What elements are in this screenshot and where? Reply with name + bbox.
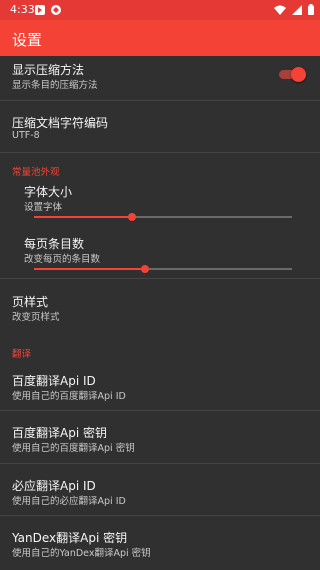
setting-subtitle: UTF-8 (12, 130, 40, 141)
setting-archive-encoding[interactable]: 压缩文档字符编码 UTF-8 (0, 101, 320, 153)
status-time: 4:33 (10, 3, 35, 16)
setting-title: 显示压缩方法 (12, 63, 85, 77)
setting-baidu-api-id[interactable]: 百度翻译Api ID 使用自己的百度翻译Api ID (0, 362, 320, 411)
setting-subtitle: 显示条目的压缩方法 (12, 80, 98, 91)
slider-fill (34, 216, 132, 218)
setting-show-compress-method[interactable]: 显示压缩方法 显示条目的压缩方法 (0, 56, 320, 101)
slider-fill (34, 268, 145, 270)
setting-title: 压缩文档字符编码 (12, 116, 109, 130)
notification-icon (35, 5, 45, 15)
battery-icon (308, 4, 314, 15)
setting-title: YanDex翻译Api 密钥 (12, 531, 128, 545)
signal-icon (292, 4, 302, 15)
app-bar: 设置 (0, 20, 320, 56)
setting-subtitle: 使用自己的YanDex翻译Api 密钥 (12, 548, 151, 559)
setting-yandex-api-key[interactable]: YanDex翻译Api 密钥 使用自己的YanDex翻译Api 密钥 (0, 516, 320, 570)
setting-title: 页样式 (12, 295, 49, 309)
font-size-slider[interactable] (34, 210, 292, 224)
setting-page-style[interactable]: 页样式 改变页样式 (0, 279, 320, 331)
setting-title: 字体大小 (24, 185, 73, 199)
slider-thumb[interactable] (141, 265, 149, 273)
compress-method-toggle[interactable] (279, 67, 306, 82)
wifi-icon (274, 5, 286, 15)
setting-title: 百度翻译Api 密钥 (12, 426, 107, 440)
setting-title: 必应翻译Api ID (12, 479, 96, 493)
setting-title: 百度翻译Api ID (12, 374, 96, 388)
status-bar: 4:33 (0, 0, 320, 20)
setting-subtitle: 使用自己的百度翻译Api ID (12, 391, 126, 402)
section-header-appearance: 常量池外观 (12, 167, 60, 178)
setting-baidu-api-key[interactable]: 百度翻译Api 密钥 使用自己的百度翻译Api 密钥 (0, 411, 320, 464)
setting-subtitle: 使用自己的百度翻译Api 密钥 (12, 443, 135, 454)
section-header-translate: 翻译 (12, 349, 32, 360)
slider-thumb[interactable] (128, 213, 136, 221)
toggle-thumb (291, 67, 306, 82)
items-per-page-slider[interactable] (34, 262, 292, 276)
setting-font-size[interactable]: 字体大小 设置字体 (0, 178, 320, 222)
setting-title: 每页条目数 (24, 237, 85, 251)
page-title: 设置 (12, 31, 43, 49)
sync-icon (51, 5, 61, 15)
setting-subtitle: 使用自己的必应翻译Api ID (12, 496, 126, 507)
setting-bing-api-id[interactable]: 必应翻译Api ID 使用自己的必应翻译Api ID (0, 464, 320, 516)
setting-items-per-page[interactable]: 每页条目数 改变每页的条目数 (0, 230, 320, 279)
setting-subtitle: 改变页样式 (12, 312, 60, 323)
